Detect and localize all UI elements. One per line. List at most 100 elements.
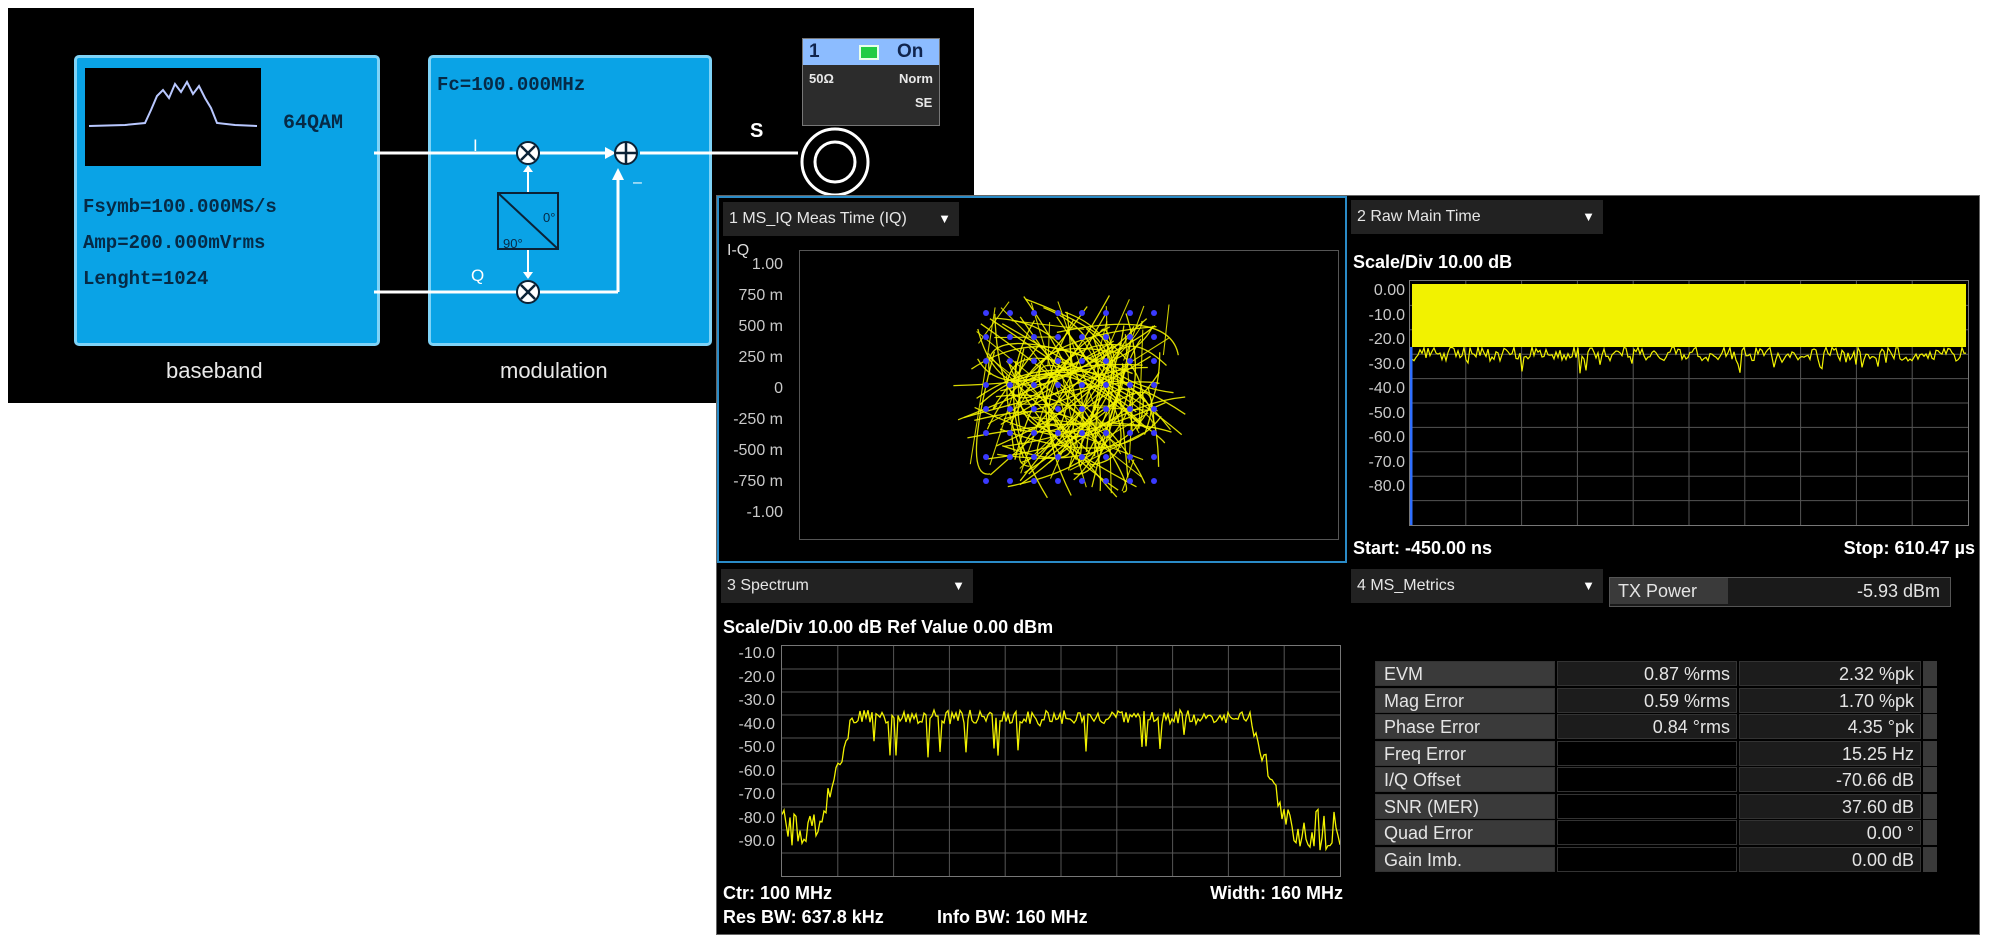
time-panel[interactable]: 2 Raw Main Time ▼ Scale/Div 10.00 dB 0.0… [1347, 196, 1979, 563]
metrics-rms-cell [1557, 846, 1737, 872]
spectrum-panel[interactable]: 3 Spectrum ▼ Scale/Div 10.00 dB Ref Valu… [717, 565, 1347, 933]
y-tick-label: -50.0 [738, 739, 775, 756]
metrics-name-cell: Phase Error [1375, 714, 1555, 739]
constellation-point [983, 430, 989, 436]
y-tick-label: -80.0 [1368, 478, 1405, 495]
metrics-row: I/Q Offset -70.66 dB [1375, 767, 1955, 793]
constellation-point [1151, 454, 1157, 460]
time-start: Start: -450.00 ns [1353, 538, 1493, 558]
constellation-point [983, 358, 989, 364]
dropdown-icon[interactable]: ▼ [1582, 569, 1595, 603]
iq-panel[interactable]: 1 MS_IQ Meas Time (IQ) ▼ I-Q 1.00 750 m 50… [717, 196, 1347, 563]
metrics-pk-cell: 2.32 %pk [1739, 661, 1921, 686]
constellation-point [1079, 358, 1085, 364]
spectrum-info-bw: Info BW: 160 MHz [937, 907, 1088, 927]
time-panel-title-bar[interactable]: 2 Raw Main Time ▼ [1351, 200, 1603, 234]
iq-trajectory [1162, 304, 1170, 356]
y-tick-label: -1.00 [746, 504, 783, 521]
time-trace [1410, 281, 1968, 525]
channel-number: 1 [809, 41, 820, 62]
metrics-table: EVM 0.87 %rms 2.32 %pk Mag Error 0.59 %rms 1.… [1375, 661, 1955, 873]
metrics-panel[interactable]: 4 MS_Metrics ▼ TX Power -5.93 dBm EVM 0.8… [1347, 565, 1979, 933]
metrics-rms-cell: 0.84 °rms [1557, 714, 1737, 739]
metrics-name-cell: SNR (MER) [1375, 793, 1555, 819]
metrics-pk-cell: 1.70 %pk [1739, 687, 1921, 713]
time-stop: Stop: 610.47 µs [1843, 538, 1975, 558]
y-tick-label: -20.0 [738, 668, 775, 686]
constellation-point [1151, 310, 1157, 316]
iq-constellation [953, 295, 1186, 499]
constellation-point [1007, 478, 1013, 484]
y-tick-label: 0 [774, 380, 783, 397]
constellation-point [1103, 406, 1109, 412]
constellation-point [1079, 430, 1085, 436]
constellation-point [1031, 382, 1037, 388]
adder-icon [614, 141, 638, 165]
constellation-point [1031, 334, 1037, 340]
y-tick-label: -40.0 [738, 715, 775, 733]
constellation-point [1055, 358, 1061, 364]
metrics-row: Gain Imb. 0.00 dB [1375, 846, 1955, 873]
constellation-point [983, 382, 989, 388]
output-connector-icon[interactable] [798, 125, 872, 199]
constellation-point [1103, 430, 1109, 436]
impedance: 50Ω [809, 71, 834, 86]
iq-panel-title-bar[interactable]: 1 MS_IQ Meas Time (IQ) ▼ [723, 202, 959, 236]
metrics-panel-title-bar[interactable]: 4 MS_Metrics ▼ [1351, 569, 1603, 603]
metrics-row: SNR (MER) 37.60 dB [1375, 793, 1955, 820]
constellation-point [1079, 382, 1085, 388]
constellation-point [1055, 382, 1061, 388]
constellation-point [1055, 406, 1061, 412]
metrics-row-end [1923, 687, 1937, 713]
dropdown-icon[interactable]: ▼ [938, 202, 951, 236]
y-tick-label: 250 m [738, 349, 783, 366]
constellation-point [1103, 310, 1109, 316]
metrics-pk-cell: 37.60 dB [1739, 793, 1921, 819]
metrics-row: Quad Error 0.00 ° [1375, 820, 1955, 846]
constellation-point [1007, 358, 1013, 364]
spectrum-plot-area [781, 645, 1341, 877]
y-tick-label: -750 m [733, 473, 783, 490]
constellation-point [983, 478, 989, 484]
constellation-point [1079, 478, 1085, 484]
analyzer-display: 1 MS_IQ Meas Time (IQ) ▼ I-Q 1.00 750 m 50… [716, 195, 1980, 935]
metrics-row-end [1923, 740, 1937, 766]
spectrum-width: Width: 160 MHz [1210, 883, 1343, 903]
metrics-row: Mag Error 0.59 %rms 1.70 %pk [1375, 687, 1955, 714]
y-tick-label: -70.0 [738, 786, 775, 803]
spectrum-panel-title-bar[interactable]: 3 Spectrum ▼ [721, 569, 973, 603]
constellation-point [1103, 478, 1109, 484]
constellation-point [1127, 358, 1133, 364]
spectrum-center: Ctr: 100 MHz [723, 883, 833, 903]
constellation-point [1079, 406, 1085, 412]
constellation-point [1007, 382, 1013, 388]
y-tick-label: -60.0 [738, 762, 775, 780]
output-type: SE [915, 95, 933, 110]
dropdown-icon[interactable]: ▼ [952, 569, 965, 603]
y-tick-label: -70.0 [1368, 453, 1405, 471]
constellation-point [983, 406, 989, 412]
metrics-name-cell: Mag Error [1375, 687, 1555, 713]
iq-panel-title: 1 MS_IQ Meas Time (IQ) [729, 210, 907, 227]
y-tick-label: -40.0 [1368, 380, 1405, 397]
constellation-point [1031, 310, 1037, 316]
y-tick-label: -250 m [733, 411, 783, 428]
metrics-pk-cell: 0.00 ° [1739, 820, 1921, 845]
y-tick-label: -10.0 [738, 645, 775, 662]
constellation-point [1031, 430, 1037, 436]
constellation-point [1055, 454, 1061, 460]
constellation-point [1103, 382, 1109, 388]
constellation-point [1007, 406, 1013, 412]
constellation-point [1151, 406, 1157, 412]
constellation-point [1127, 430, 1133, 436]
constellation-point [1151, 358, 1157, 364]
constellation-point [1151, 478, 1157, 484]
metrics-name-cell: Gain Imb. [1375, 846, 1555, 872]
channel-status-box[interactable]: 1 On 50Ω Norm SE [802, 38, 940, 126]
constellation-point [1151, 382, 1157, 388]
constellation-point [1031, 358, 1037, 364]
dropdown-icon[interactable]: ▼ [1582, 200, 1595, 234]
output-mode: Norm [899, 71, 933, 86]
metrics-row-end [1923, 846, 1937, 872]
constellation-point [1007, 454, 1013, 460]
